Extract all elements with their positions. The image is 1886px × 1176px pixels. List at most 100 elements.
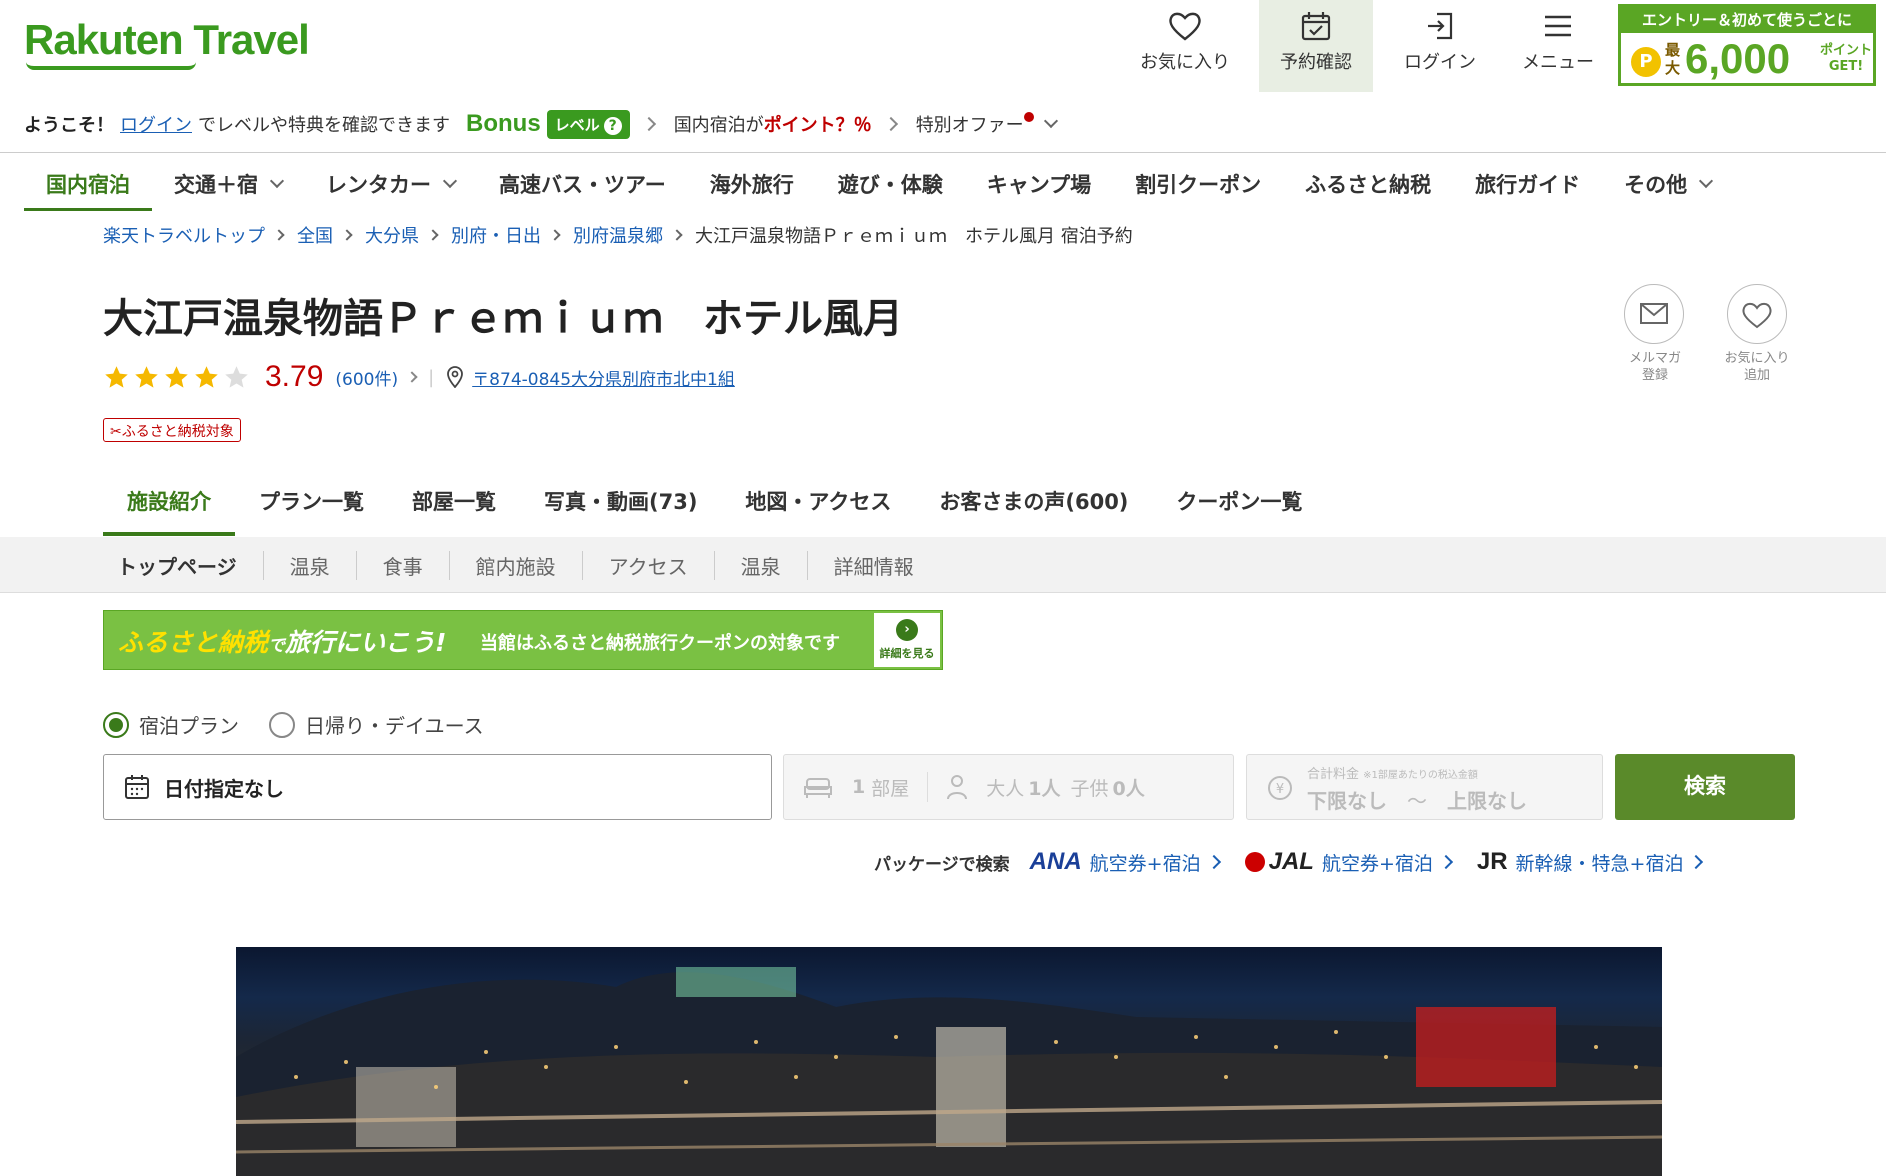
- welcome-greeting: ようこそ！: [24, 115, 114, 136]
- subtab-onsen-2[interactable]: 温泉: [713, 551, 807, 580]
- furusato-banner-headline: ふるさと納税で旅行にいこう!: [118, 623, 446, 659]
- header-booking-label: 予約確認: [1280, 52, 1352, 73]
- domestic-points-link[interactable]: 国内宿泊がポイント？％: [674, 111, 872, 137]
- subtab-meals[interactable]: 食事: [355, 551, 449, 580]
- breadcrumb-link[interactable]: 大分県: [365, 222, 419, 248]
- special-offer-dropdown[interactable]: 特別オファー: [916, 111, 1024, 137]
- category-label: 遊び・体験: [837, 173, 943, 197]
- chevron-right-icon: [1689, 854, 1704, 870]
- price-range-field[interactable]: ¥ 合計料金 ※1部屋あたりの税込金額 下限なし ～ 上限なし: [1246, 754, 1603, 820]
- tab-rooms[interactable]: 部屋一覧: [388, 480, 520, 536]
- breadcrumb-link[interactable]: 楽天トラベルトップ: [103, 222, 265, 248]
- price-caption-label: 合計料金: [1307, 767, 1360, 782]
- bonus-level-badge[interactable]: レベル?: [546, 109, 630, 139]
- jr-package-link[interactable]: 新幹線・特急+宿泊: [1516, 849, 1684, 876]
- tab-photos[interactable]: 写真・動画(73): [520, 480, 721, 536]
- children-label: 子供: [1070, 777, 1109, 800]
- subtab-details[interactable]: 詳細情報: [806, 551, 940, 580]
- promo-amount: 6,000: [1685, 35, 1791, 82]
- jal-package-link[interactable]: 航空券+宿泊: [1322, 849, 1433, 876]
- points-promo-banner[interactable]: エントリー＆初めて使うごとに P 最大 6,000 ポイントGET!: [1618, 4, 1876, 86]
- header-menu-label: メニュー: [1522, 52, 1594, 73]
- category-activities[interactable]: 遊び・体験: [816, 163, 965, 211]
- furusato-travel-banner[interactable]: ふるさと納税で旅行にいこう! 当館はふるさと納税旅行クーポンの対象です › 詳細…: [103, 610, 943, 670]
- breadcrumb-link[interactable]: 別府温泉郷: [573, 222, 663, 248]
- review-count-link[interactable]: (600件): [335, 365, 398, 390]
- search-button[interactable]: 検索: [1615, 754, 1795, 820]
- price-values: 下限なし ～ 上限なし: [1307, 785, 1527, 814]
- heart-icon: [1742, 302, 1772, 329]
- plan-type-radio-group: 宿泊プラン 日帰り・デイユース: [103, 710, 484, 739]
- breadcrumb-current: 大江戸温泉物語Ｐｒｅｍｉｕｍ ホテル風月 宿泊予約: [695, 226, 1133, 247]
- chevron-right-icon: [549, 229, 561, 241]
- chevron-down-icon: [442, 173, 458, 189]
- breadcrumb-link[interactable]: 別府・日出: [451, 222, 541, 248]
- category-other[interactable]: その他: [1602, 163, 1733, 211]
- header-menu-button[interactable]: メニュー: [1503, 0, 1613, 92]
- subtab-top-page[interactable]: トップページ: [103, 551, 263, 580]
- breadcrumb: 楽天トラベルトップ 全国 大分県 別府・日出 別府温泉郷 大江戸温泉物語Ｐｒｅｍ…: [103, 222, 1133, 248]
- price-min: 下限なし: [1307, 789, 1387, 813]
- bonus-program-logo[interactable]: Bonus: [466, 110, 541, 138]
- chevron-right-icon: [406, 371, 418, 383]
- map-pin-icon: [447, 366, 464, 388]
- tab-coupons[interactable]: クーポン一覧: [1152, 480, 1326, 536]
- star-icon: [165, 365, 188, 388]
- login-icon: [1428, 12, 1453, 40]
- subtab-onsen[interactable]: 温泉: [262, 551, 356, 580]
- category-camping[interactable]: キャンプ場: [965, 163, 1113, 211]
- hotel-address-link[interactable]: 〒874-0845大分県別府市北中1組: [472, 365, 735, 390]
- scissors-icon: ✂: [110, 424, 122, 440]
- header-booking-button[interactable]: 予約確認: [1259, 0, 1373, 92]
- add-favorite-label: お気に入り 追加: [1724, 351, 1790, 383]
- newsletter-button[interactable]: [1624, 284, 1684, 344]
- tab-map[interactable]: 地図・アクセス: [721, 480, 915, 536]
- chevron-right-icon: [883, 116, 898, 132]
- breadcrumb-link[interactable]: 全国: [297, 222, 333, 248]
- jal-logo: JAL: [1268, 848, 1314, 875]
- bed-icon: [804, 778, 832, 798]
- tab-reviews[interactable]: お客さまの声(600): [915, 480, 1152, 536]
- category-coupons[interactable]: 割引クーポン: [1113, 163, 1283, 211]
- welcome-login-link[interactable]: ログイン: [120, 111, 192, 137]
- radio-day-use[interactable]: [269, 711, 295, 738]
- hotel-main-photo[interactable]: [236, 947, 1662, 1176]
- category-furusato[interactable]: ふるさと納税: [1283, 163, 1453, 211]
- category-label: その他: [1624, 173, 1688, 197]
- category-transport-hotel[interactable]: 交通＋宿: [152, 163, 304, 211]
- category-label: 交通＋宿: [174, 173, 258, 197]
- rooms-guests-field[interactable]: 1 部屋 大人 1人 子供 0人: [783, 754, 1234, 820]
- tab-facility-intro[interactable]: 施設紹介: [103, 480, 235, 536]
- radio-stay-plan-label[interactable]: 宿泊プラン: [139, 710, 239, 739]
- rakuten-travel-logo[interactable]: Rakuten Travel: [24, 16, 310, 64]
- radio-day-use-label[interactable]: 日帰り・デイユース: [305, 710, 484, 739]
- header-favorites-button[interactable]: お気に入り: [1130, 0, 1240, 92]
- category-overseas[interactable]: 海外旅行: [688, 163, 816, 211]
- header-divider: [0, 152, 1886, 153]
- welcome-suffix: でレベルや特典を確認できます: [198, 115, 450, 136]
- room-unit: 部屋: [871, 777, 910, 800]
- chevron-right-icon: [273, 229, 285, 241]
- subtab-access[interactable]: アクセス: [581, 551, 714, 580]
- header-login-button[interactable]: ログイン: [1385, 0, 1495, 92]
- tab-plans[interactable]: プラン一覧: [235, 480, 388, 536]
- furusato-eligible-tag: ✂ふるさと納税対象: [103, 418, 241, 442]
- subtab-facilities[interactable]: 館内施設: [448, 551, 582, 580]
- price-max: 上限なし: [1447, 789, 1527, 813]
- category-rental-car[interactable]: レンタカー: [304, 163, 477, 211]
- category-bus-tour[interactable]: 高速バス・ツアー: [477, 163, 688, 211]
- chevron-right-icon: [427, 229, 439, 241]
- category-domestic-stay[interactable]: 国内宿泊: [24, 163, 152, 211]
- category-label: キャンプ場: [986, 173, 1092, 197]
- promo-get-label: ポイントGET!: [1819, 43, 1872, 74]
- ana-package-link[interactable]: 航空券+宿泊: [1090, 849, 1201, 876]
- furusato-tag-label: ふるさと納税対象: [121, 424, 234, 440]
- furusato-detail-button[interactable]: › 詳細を見る: [874, 613, 940, 667]
- category-travel-guide[interactable]: 旅行ガイド: [1453, 163, 1602, 211]
- radio-stay-plan[interactable]: [103, 711, 129, 738]
- date-picker-field[interactable]: 日付指定なし: [103, 754, 772, 820]
- add-favorite-button[interactable]: [1727, 284, 1787, 344]
- calendar-icon: [125, 775, 149, 799]
- chevron-down-icon[interactable]: [1043, 113, 1058, 129]
- header-login-label: ログイン: [1404, 52, 1476, 73]
